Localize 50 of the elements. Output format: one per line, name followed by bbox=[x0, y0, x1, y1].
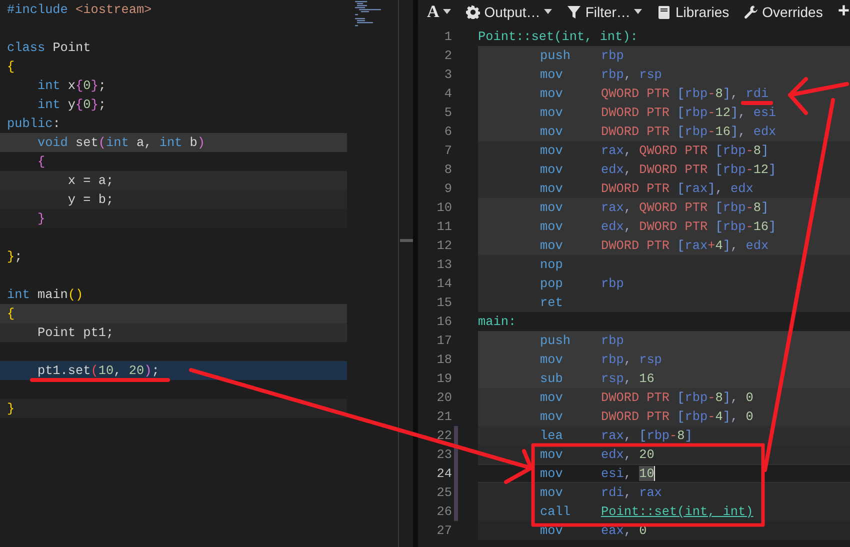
line-number: 21 bbox=[436, 408, 452, 426]
code-line: int x{0}; bbox=[36, 77, 108, 95]
code-line: public: bbox=[6, 115, 62, 133]
toolbar-button[interactable]: + bbox=[838, 0, 850, 22]
line-number: 20 bbox=[436, 389, 452, 407]
line-number: 13 bbox=[436, 256, 452, 274]
line-number: 6 bbox=[443, 123, 452, 141]
line-number: 16 bbox=[436, 313, 452, 331]
line-number: 8 bbox=[443, 161, 452, 179]
line-number: 5 bbox=[443, 104, 452, 122]
line-number: 17 bbox=[436, 332, 452, 350]
asm-label: Point::set(int, int): bbox=[478, 28, 639, 46]
line-number: 11 bbox=[436, 218, 452, 236]
line-number: 14 bbox=[436, 275, 452, 293]
line-number: 27 bbox=[436, 522, 452, 540]
line-number: 9 bbox=[443, 180, 452, 198]
line-number: 24 bbox=[436, 465, 452, 483]
book-icon bbox=[657, 4, 672, 18]
code-line: class Point bbox=[6, 39, 92, 57]
line-number: 4 bbox=[443, 85, 452, 103]
toolbar-button[interactable]: Filter… bbox=[567, 0, 642, 22]
code-line: { bbox=[36, 153, 46, 171]
line-number: 12 bbox=[436, 237, 452, 255]
line-number: 7 bbox=[443, 142, 452, 160]
line-number: 19 bbox=[436, 370, 452, 388]
line-number: 10 bbox=[436, 199, 452, 217]
toolbar-button[interactable]: Libraries bbox=[657, 0, 730, 22]
code-line: int main() bbox=[6, 286, 84, 304]
line-number: 22 bbox=[436, 427, 452, 445]
code-line: #include <iostream> bbox=[6, 1, 153, 19]
code-line: }; bbox=[6, 248, 24, 266]
toolbar-button[interactable]: A bbox=[427, 0, 452, 22]
line-number: 18 bbox=[436, 351, 452, 369]
gear-icon bbox=[466, 4, 480, 18]
line-number: 15 bbox=[436, 294, 452, 312]
line-number: 1 bbox=[443, 28, 452, 46]
filter-icon bbox=[567, 4, 582, 18]
line-number: 2 bbox=[443, 47, 452, 65]
code-line: { bbox=[6, 58, 16, 76]
line-number: 23 bbox=[436, 446, 452, 464]
toolbar-button[interactable]: Output… bbox=[466, 0, 552, 22]
toolbar-button[interactable]: Overrides bbox=[744, 0, 823, 22]
line-number: 3 bbox=[443, 66, 452, 84]
wrench-icon bbox=[744, 4, 758, 18]
asm-label: main: bbox=[478, 313, 518, 331]
code-line: int y{0}; bbox=[36, 96, 108, 114]
annotation-underline bbox=[741, 101, 773, 105]
line-number: 26 bbox=[436, 503, 452, 521]
scrollbar-thumb[interactable] bbox=[400, 239, 413, 242]
line-number: 25 bbox=[436, 484, 452, 502]
